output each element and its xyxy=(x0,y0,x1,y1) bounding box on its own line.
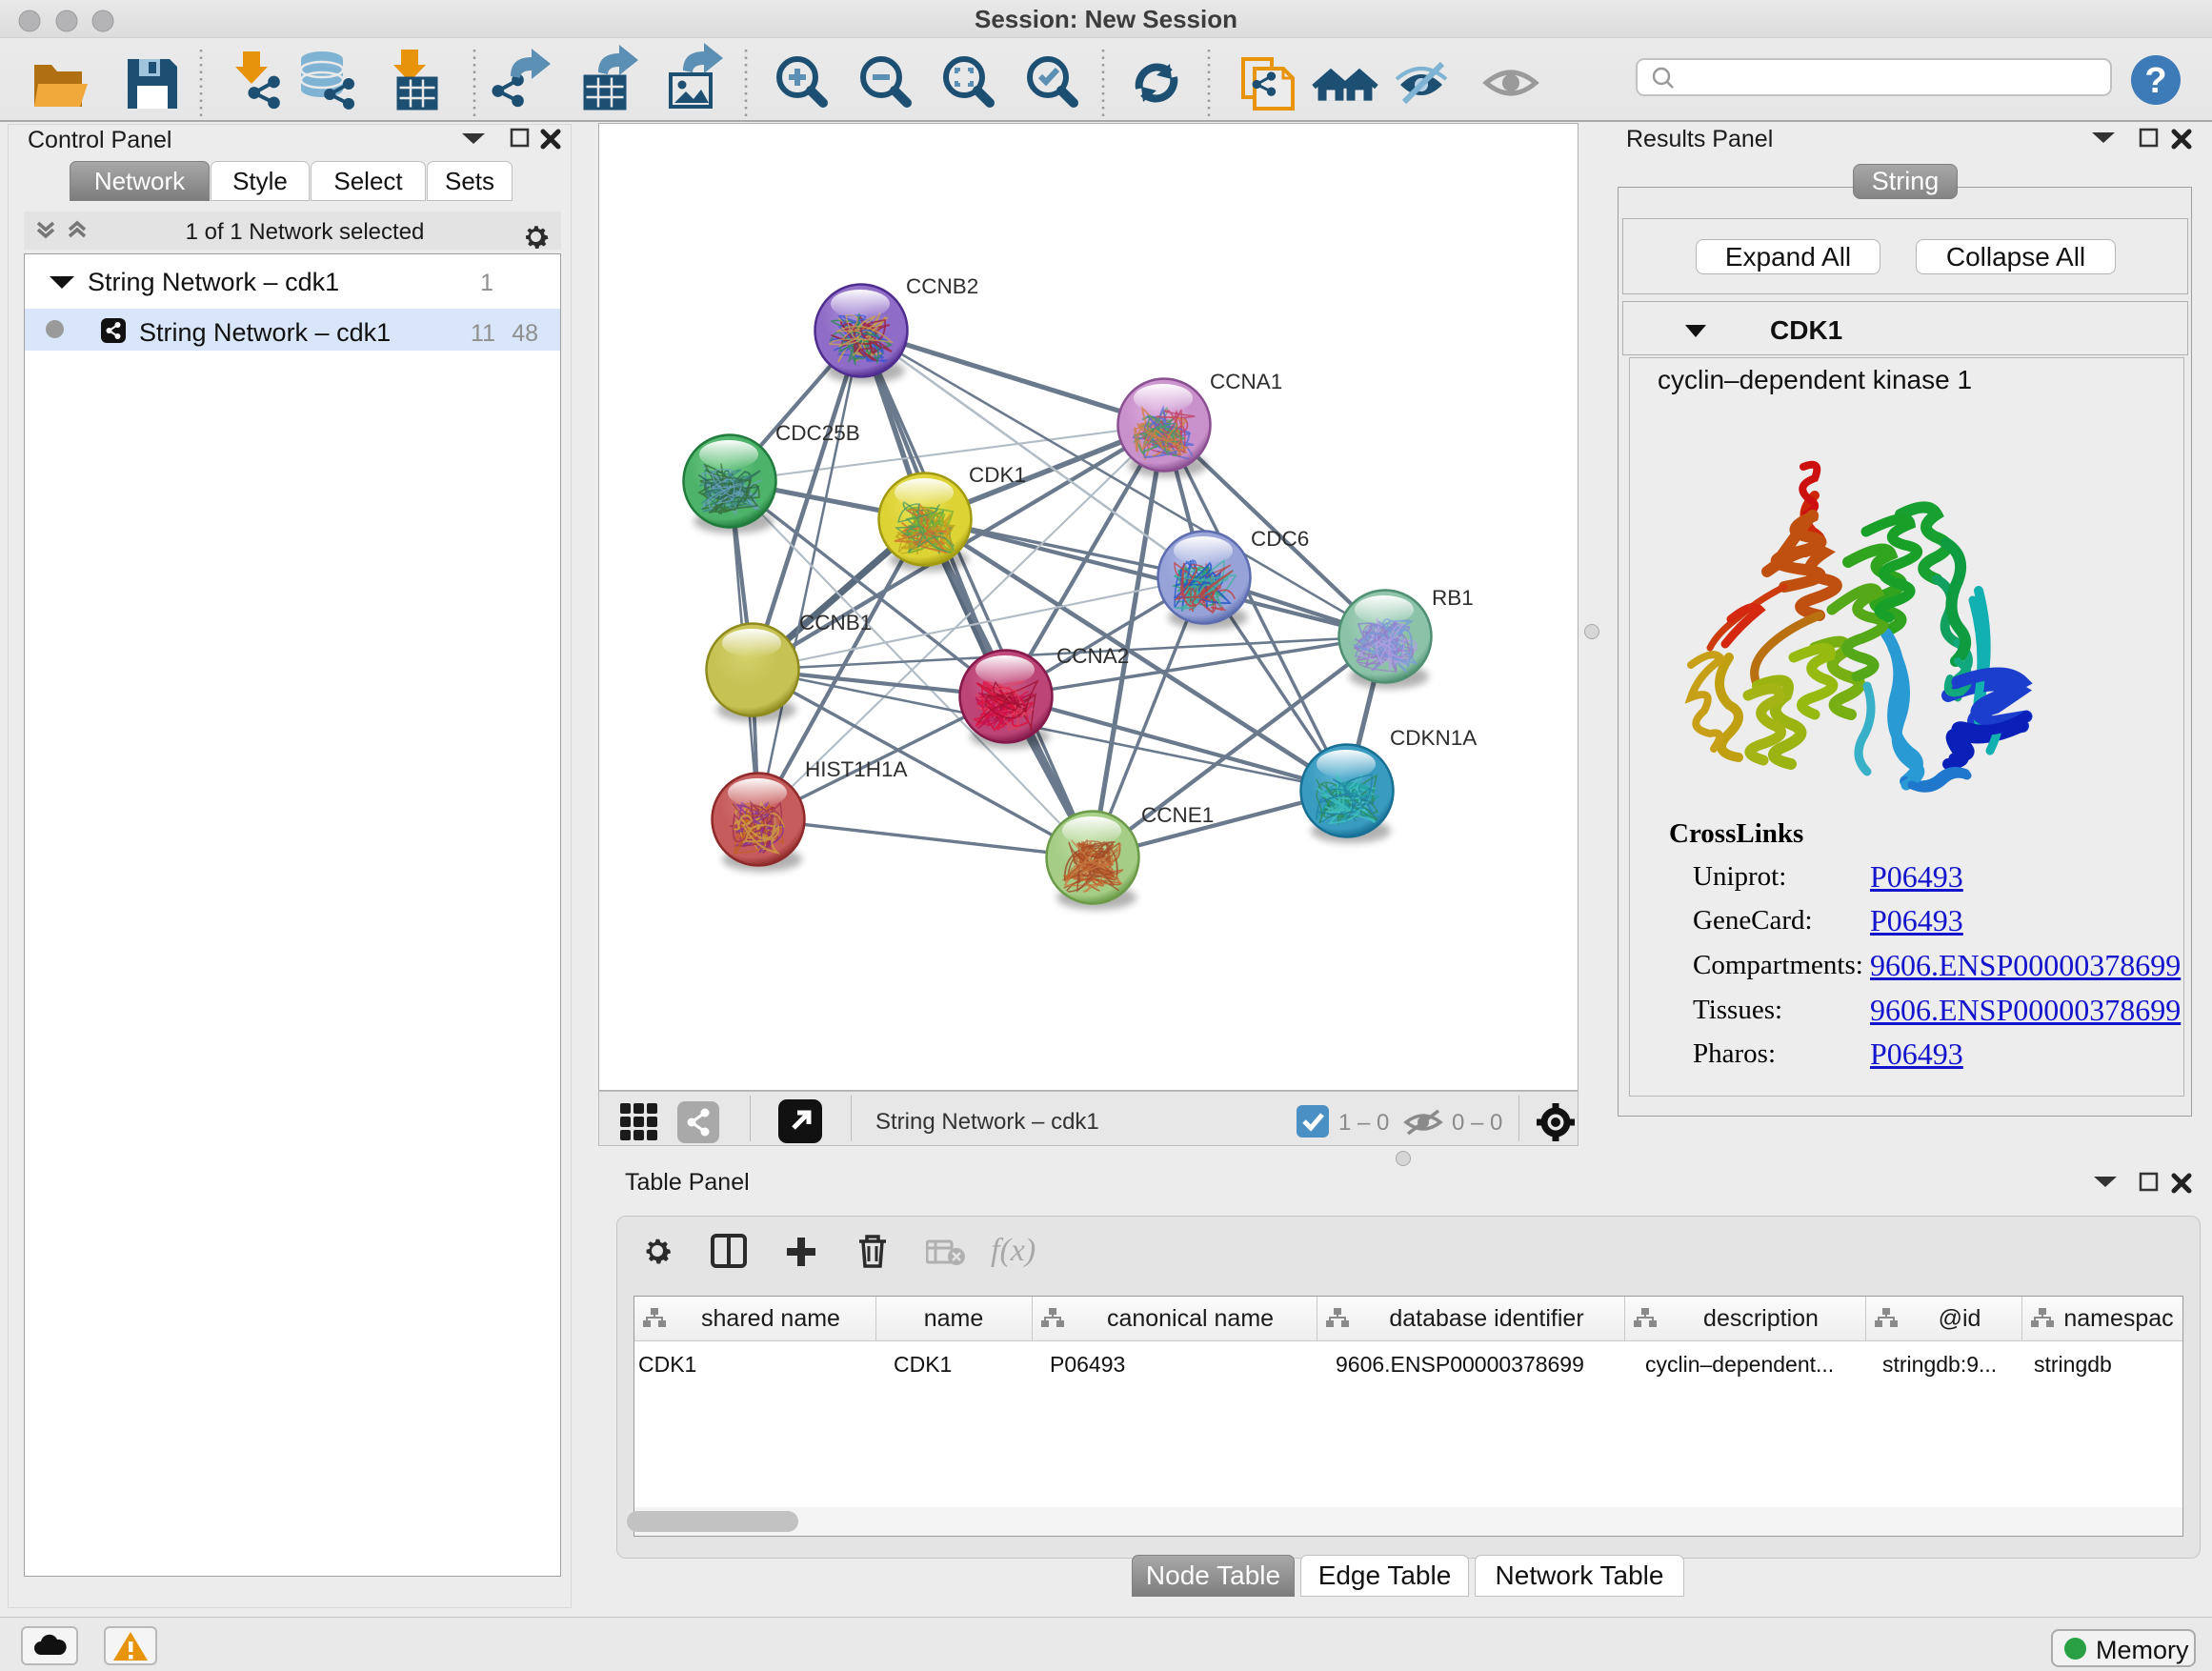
svg-text:CCNA1: CCNA1 xyxy=(1210,370,1282,393)
svg-text:CCNB2: CCNB2 xyxy=(906,274,978,298)
svg-text:CDC6: CDC6 xyxy=(1251,527,1309,551)
svg-text:CCNA2: CCNA2 xyxy=(1056,644,1129,668)
svg-text:CCNB1: CCNB1 xyxy=(799,611,872,634)
svg-text:?: ? xyxy=(2144,61,2166,101)
svg-text:CCNE1: CCNE1 xyxy=(1141,803,1214,827)
svg-text:RB1: RB1 xyxy=(1432,586,1474,610)
svg-text:HIST1H1A: HIST1H1A xyxy=(805,757,908,781)
svg-text:CDK1: CDK1 xyxy=(969,463,1026,487)
svg-text:CDKN1A: CDKN1A xyxy=(1390,726,1477,750)
svg-text:CDC25B: CDC25B xyxy=(775,421,860,445)
